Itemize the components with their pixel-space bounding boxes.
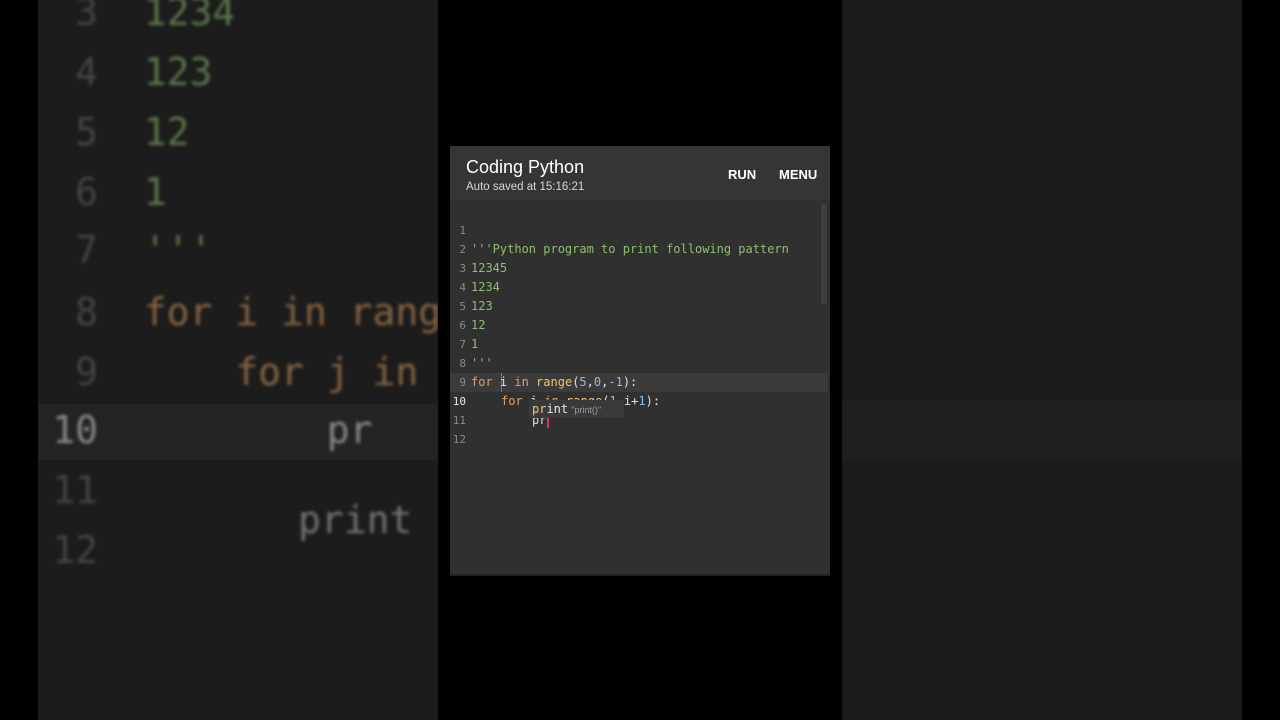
- code-line: 7 ''': [450, 316, 828, 370]
- background-code: 3 1234 4 123 5 12 6 1 7 ''' 8 for i in r…: [38, 0, 438, 720]
- code-line: 4 123: [450, 259, 828, 313]
- bg-line-number: 12: [52, 528, 98, 572]
- menu-button[interactable]: MENU: [779, 167, 817, 182]
- bg-line-number: 7: [75, 228, 98, 272]
- app-title: Coding Python: [466, 157, 585, 177]
- bg-code-text: 123: [143, 50, 213, 94]
- bg-code-text: for j in r: [143, 350, 438, 394]
- code-line: 6 1: [450, 297, 828, 351]
- suggestion-match: pr: [532, 402, 547, 416]
- bg-code-text: 12: [143, 110, 190, 154]
- toolbar: Coding Python Auto saved at 15:16:21 RUN…: [450, 146, 830, 200]
- autosave-status: Auto saved at 15:16:21: [466, 181, 585, 193]
- suggestion-description: "print()": [571, 405, 602, 415]
- bg-line-number: 4: [75, 50, 98, 94]
- code-line: 1 '''Python program to print following p…: [450, 202, 828, 256]
- code-line: 2 12345: [450, 221, 828, 275]
- code-line-current: 10 pr: [450, 373, 828, 428]
- code-line: 8 for i in range(5,0,-1):: [450, 335, 828, 389]
- background-left-panel: 3 1234 4 123 5 12 6 1 7 ''' 8 for i in r…: [38, 0, 438, 720]
- bg-suggestion: print: [298, 498, 413, 542]
- code-line: 5 12: [450, 278, 828, 332]
- bg-line-number: 5: [75, 110, 98, 154]
- bg-code-text: 1: [143, 170, 167, 214]
- autocomplete-suggestion[interactable]: print "print()": [529, 400, 624, 418]
- bg-line-number: 3: [75, 0, 98, 34]
- suggestion-rest: int: [546, 402, 569, 416]
- bg-code-text: ''': [143, 228, 213, 272]
- background-right-panel: [842, 0, 1242, 720]
- code-editor-app: Coding Python Auto saved at 15:16:21 RUN…: [450, 146, 830, 576]
- bg-line-number: 6: [75, 170, 98, 214]
- bg-code-text: for i in range: [143, 290, 438, 334]
- code-editor[interactable]: 1 '''Python program to print following p…: [450, 204, 830, 574]
- code-line: 11: [450, 392, 828, 427]
- code-line: 3 1234: [450, 240, 828, 294]
- bg-line-number: 9: [75, 350, 98, 394]
- code-line: 12: [450, 411, 828, 446]
- bg-line-number: 11: [52, 468, 98, 512]
- bg-code-text: 1234: [143, 0, 236, 34]
- bg-line-number: 8: [75, 290, 98, 334]
- bg-code-text: pr: [143, 408, 373, 452]
- line-number: 12: [452, 433, 466, 446]
- code-line: 9 for j in range(1,i+1):: [450, 354, 828, 408]
- bg-line-number: 10: [52, 408, 98, 452]
- run-button[interactable]: RUN: [728, 167, 756, 182]
